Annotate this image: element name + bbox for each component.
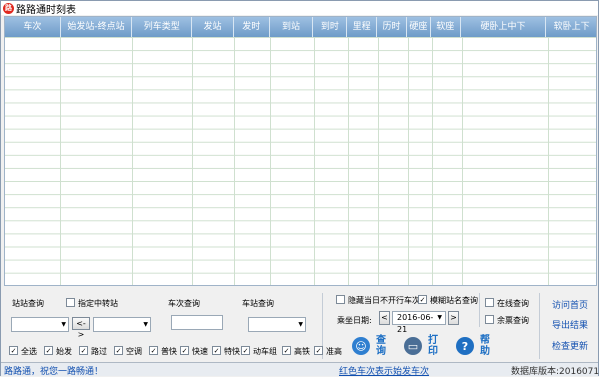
grid-column-line xyxy=(408,37,409,285)
chevron-down-icon: ▼ xyxy=(437,314,442,321)
help-button[interactable]: ? 帮助 xyxy=(456,334,498,358)
query-panel: 站站查询 指定中转站 ▼ <-> ▼ 车次查询 车站查询 ▼ 隐藏当日不开行车次… xyxy=(4,291,597,361)
swap-stations-button[interactable]: <-> xyxy=(72,317,90,339)
filter-checkbox[interactable]: ✓ xyxy=(114,346,123,355)
column-header[interactable]: 硬卧上中下 xyxy=(461,17,547,37)
column-header[interactable]: 硬座 xyxy=(407,17,431,37)
grid-column-line xyxy=(234,37,235,285)
online-query-label: 在线查询 xyxy=(497,299,529,308)
filter-label: 路过 xyxy=(91,347,107,356)
next-date-button[interactable]: > xyxy=(448,311,459,325)
grid-column-line xyxy=(548,37,549,285)
grid-column-line xyxy=(432,37,433,285)
timetable-grid[interactable]: 车次 始发站-终点站 列车类型 发站 发时 到站 到时 里程 历时 硬座 软座 硬卧上中下 软卧上下 xyxy=(4,16,597,286)
grid-column-line xyxy=(462,37,463,285)
grid-column-line xyxy=(132,37,133,285)
filter-checkbox[interactable]: ✓ xyxy=(149,346,158,355)
stop-query-label: 车站查询 xyxy=(242,299,274,308)
app-logo-icon: 路 xyxy=(3,2,14,14)
column-header[interactable]: 发站 xyxy=(192,17,234,37)
status-bar: 路路通，祝您一路畅通！ 红色车次表示始发车次 数据库版本:20160710 xyxy=(1,362,599,377)
filter-checkbox[interactable]: ✓ xyxy=(241,346,250,355)
search-button-label: 查询 xyxy=(376,335,386,357)
window-title: 路路通时刻表 xyxy=(16,4,76,16)
update-link[interactable]: 检查更新 xyxy=(552,339,588,352)
station-query-label: 站站查询 xyxy=(12,299,44,308)
help-icon: ? xyxy=(456,337,474,355)
grid-header: 车次 始发站-终点站 列车类型 发站 发时 到站 到时 里程 历时 硬座 软座 硬卧上中下 软卧上下 xyxy=(5,17,596,37)
search-button[interactable]: ☺ 查询 xyxy=(352,334,394,358)
fuzzy-search-label: 模糊站名查询 xyxy=(430,296,478,305)
chevron-down-icon: ▼ xyxy=(143,321,148,328)
filter-checkbox[interactable]: ✓ xyxy=(180,346,189,355)
filter-label: 特快 xyxy=(224,347,240,356)
filter-label: 快速 xyxy=(192,347,208,356)
transfer-checkbox[interactable] xyxy=(66,298,75,307)
train-number-input[interactable] xyxy=(171,315,223,330)
filter-label: 空调 xyxy=(126,347,142,356)
filter-label: 全选 xyxy=(21,347,37,356)
train-query-label: 车次查询 xyxy=(168,299,200,308)
filter-checkbox[interactable]: ✓ xyxy=(79,346,88,355)
db-version: 数据库版本:20160710 xyxy=(511,367,599,377)
to-station-select[interactable]: ▼ xyxy=(93,317,151,332)
remain-ticket-checkbox[interactable] xyxy=(485,315,494,324)
help-button-label: 帮助 xyxy=(480,335,490,357)
date-label: 乘坐日期: xyxy=(337,316,372,325)
grid-column-line xyxy=(348,37,349,285)
column-header[interactable]: 到时 xyxy=(313,17,348,37)
online-query-checkbox[interactable] xyxy=(485,298,494,307)
filter-label: 普快 xyxy=(161,347,177,356)
status-greeting: 路路通，祝您一路畅通！ xyxy=(4,367,104,377)
column-header[interactable]: 到站 xyxy=(270,17,314,37)
search-user-icon: ☺ xyxy=(352,337,370,355)
print-button[interactable]: ▭ 打印 xyxy=(404,334,446,358)
stop-station-select[interactable]: ▼ xyxy=(248,317,306,332)
column-header[interactable]: 发时 xyxy=(234,17,270,37)
chevron-down-icon: ▼ xyxy=(298,321,303,328)
fuzzy-search-checkbox[interactable]: ✓ xyxy=(418,295,427,304)
prev-date-button[interactable]: < xyxy=(379,311,390,325)
date-picker[interactable]: 2016-06-21 ▼ xyxy=(392,311,446,334)
filter-label: 动车组 xyxy=(253,347,277,356)
grid-column-line xyxy=(60,37,61,285)
printer-icon: ▭ xyxy=(404,337,422,355)
filter-checkbox[interactable]: ✓ xyxy=(44,346,53,355)
filter-label: 高铁 xyxy=(294,347,310,356)
grid-column-line xyxy=(314,37,315,285)
print-button-label: 打印 xyxy=(428,335,438,357)
filter-checkbox[interactable]: ✓ xyxy=(212,346,221,355)
grid-column-line xyxy=(270,37,271,285)
divider xyxy=(479,293,480,327)
transfer-label: 指定中转站 xyxy=(78,299,118,308)
grid-rows[interactable] xyxy=(5,37,596,285)
column-header[interactable]: 历时 xyxy=(377,17,407,37)
filter-checkbox[interactable]: ✓ xyxy=(282,346,291,355)
remain-ticket-label: 余票查询 xyxy=(497,316,529,325)
divider xyxy=(539,293,540,359)
hide-nonrunning-label: 隐藏当日不开行车次 xyxy=(348,296,420,305)
column-header[interactable]: 里程 xyxy=(347,17,378,37)
export-link[interactable]: 导出结果 xyxy=(552,318,588,331)
hide-nonrunning-checkbox[interactable] xyxy=(336,295,345,304)
date-value: 2016-06-21 xyxy=(397,313,434,334)
home-link[interactable]: 访问首页 xyxy=(552,298,588,311)
app-window: 路 路路通时刻表 车次 始发站-终点站 列车类型 发站 发时 到站 到时 里程 历时 硬座 软座 硬卧… xyxy=(0,0,599,377)
chevron-down-icon: ▼ xyxy=(61,321,66,328)
column-header[interactable]: 始发站-终点站 xyxy=(61,17,133,37)
grid-column-line xyxy=(378,37,379,285)
filter-label: 准高 xyxy=(326,347,342,356)
filter-label: 始发 xyxy=(56,347,72,356)
column-header[interactable]: 车次 xyxy=(5,17,61,37)
from-station-select[interactable]: ▼ xyxy=(11,317,69,332)
column-header[interactable]: 软座 xyxy=(431,17,461,37)
filter-checkbox[interactable]: ✓ xyxy=(9,346,18,355)
status-legend-link[interactable]: 红色车次表示始发车次 xyxy=(339,364,429,377)
grid-column-line xyxy=(192,37,193,285)
filter-checkbox[interactable]: ✓ xyxy=(314,346,323,355)
column-header[interactable]: 软卧上下 xyxy=(546,17,596,37)
title-bar: 路 路路通时刻表 xyxy=(1,1,598,16)
column-header[interactable]: 列车类型 xyxy=(132,17,193,37)
